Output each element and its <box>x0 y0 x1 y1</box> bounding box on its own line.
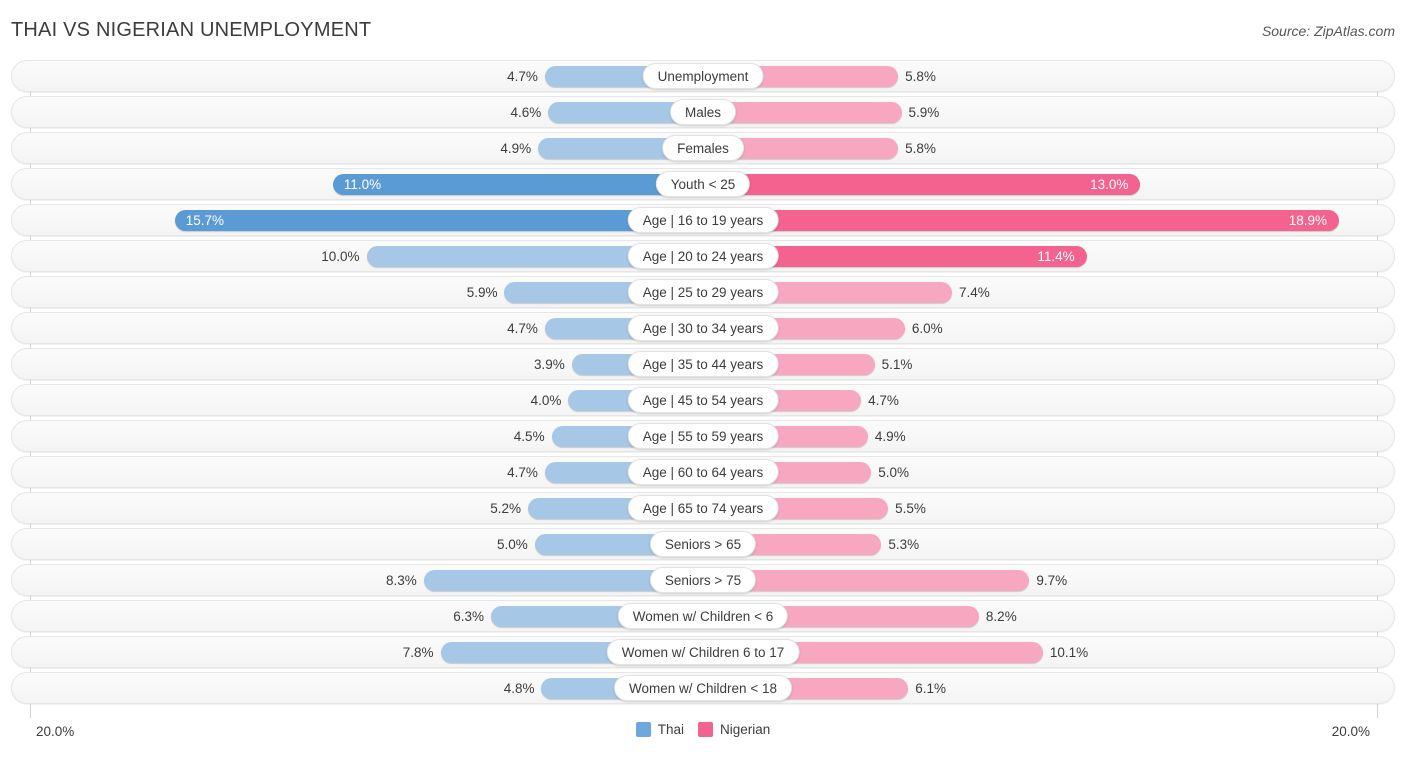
value-label-thai: 4.8% <box>503 681 535 696</box>
table-row[interactable]: 15.7% 18.9% Age | 16 to 19 years <box>0 204 1406 236</box>
legend-item[interactable]: Thai <box>635 722 684 737</box>
value-label-nigerian: 5.0% <box>878 465 910 480</box>
page-title: THAI VS NIGERIAN UNEMPLOYMENT <box>11 19 372 41</box>
table-row[interactable]: 5.2% 5.5% Age | 65 to 74 years <box>0 492 1406 524</box>
bar-nigerian[interactable] <box>703 174 1141 195</box>
value-label-nigerian: 18.9% <box>1288 213 1327 228</box>
table-row[interactable]: 6.3% 8.2% Women w/ Children < 6 <box>0 600 1406 632</box>
bar-nigerian[interactable] <box>703 210 1339 231</box>
table-row[interactable]: 4.7% 5.0% Age | 60 to 64 years <box>0 456 1406 488</box>
value-label-thai: 8.3% <box>385 573 417 588</box>
value-label-nigerian: 5.8% <box>905 69 936 84</box>
row-category-pill[interactable]: Age | 35 to 44 years <box>627 351 779 377</box>
row-category-pill[interactable]: Age | 25 to 29 years <box>627 279 779 305</box>
table-row[interactable]: 4.0% 4.7% Age | 45 to 54 years <box>0 384 1406 416</box>
chart-footer: 20.0% 20.0% Thai Nigerian <box>0 718 1406 757</box>
table-row[interactable]: 5.9% 7.4% Age | 25 to 29 years <box>0 276 1406 308</box>
row-category-pill[interactable]: Females <box>662 135 744 161</box>
row-category-pill[interactable]: Age | 16 to 19 years <box>627 207 779 233</box>
value-label-nigerian: 5.1% <box>881 357 913 372</box>
value-label-thai: 4.7% <box>507 321 538 336</box>
chart-page: THAI VS NIGERIAN UNEMPLOYMENT Source: Zi… <box>0 0 1406 757</box>
value-label-thai: 4.7% <box>507 69 538 84</box>
value-label-nigerian: 13.0% <box>1090 177 1129 192</box>
value-label-thai: 15.7% <box>185 213 224 228</box>
chart-legend: Thai Nigerian <box>0 722 1406 737</box>
diverging-bar-chart: 4.7% 5.8% Unemployment 4.6% 5.9% Males 4.9% 5.8… <box>0 60 1406 718</box>
table-row[interactable]: 4.9% 5.8% Females <box>0 132 1406 164</box>
row-category-pill[interactable]: Age | 60 to 64 years <box>627 459 779 485</box>
table-row[interactable]: 4.5% 4.9% Age | 55 to 59 years <box>0 420 1406 452</box>
row-category-pill[interactable]: Unemployment <box>642 63 764 89</box>
value-label-nigerian: 7.4% <box>959 285 990 300</box>
table-row[interactable]: 8.3% 9.7% Seniors > 75 <box>0 564 1406 596</box>
table-row[interactable]: 10.0% 11.4% Age | 20 to 24 years <box>0 240 1406 272</box>
row-category-pill[interactable]: Age | 55 to 59 years <box>627 423 779 449</box>
value-label-nigerian: 6.0% <box>911 321 943 336</box>
value-label-thai: 11.0% <box>343 177 382 192</box>
chart-rows: 4.7% 5.8% Unemployment 4.6% 5.9% Males 4.9% 5.8… <box>0 60 1406 708</box>
row-category-pill[interactable]: Women w/ Children 6 to 17 <box>606 639 800 665</box>
table-row[interactable]: 5.0% 5.3% Seniors > 65 <box>0 528 1406 560</box>
bar-thai[interactable] <box>174 210 703 231</box>
table-row[interactable]: 4.6% 5.9% Males <box>0 96 1406 128</box>
value-label-thai: 4.0% <box>530 393 562 408</box>
source-attribution: Source: ZipAtlas.com <box>1261 23 1395 39</box>
row-category-pill[interactable]: Age | 65 to 74 years <box>627 495 779 521</box>
row-category-pill[interactable]: Age | 45 to 54 years <box>627 387 779 413</box>
value-label-nigerian: 5.8% <box>905 141 936 156</box>
value-label-nigerian: 6.1% <box>915 681 947 696</box>
value-label-thai: 4.5% <box>513 429 545 444</box>
legend-label: Nigerian <box>719 722 771 737</box>
table-row[interactable]: 11.0% 13.0% Youth < 25 <box>0 168 1406 200</box>
table-row[interactable]: 3.9% 5.1% Age | 35 to 44 years <box>0 348 1406 380</box>
row-category-pill[interactable]: Seniors > 75 <box>649 567 757 593</box>
value-label-thai: 4.7% <box>507 465 538 480</box>
table-row[interactable]: 4.8% 6.1% Women w/ Children < 18 <box>0 672 1406 704</box>
value-label-nigerian: 11.4% <box>1037 249 1075 264</box>
value-label-thai: 10.0% <box>321 249 360 264</box>
value-label-nigerian: 5.9% <box>908 105 940 120</box>
row-category-pill[interactable]: Seniors > 65 <box>649 531 757 557</box>
bar-thai[interactable] <box>332 174 703 195</box>
row-category-pill[interactable]: Age | 20 to 24 years <box>627 243 779 269</box>
value-label-thai: 3.9% <box>533 357 565 372</box>
value-label-thai: 5.2% <box>490 501 522 516</box>
legend-label: Thai <box>657 722 684 737</box>
value-label-thai: 4.6% <box>510 105 542 120</box>
value-label-thai: 7.8% <box>402 645 434 660</box>
table-row[interactable]: 7.8% 10.1% Women w/ Children 6 to 17 <box>0 636 1406 668</box>
table-row[interactable]: 4.7% 6.0% Age | 30 to 34 years <box>0 312 1406 344</box>
row-category-pill[interactable]: Women w/ Children < 6 <box>617 603 789 629</box>
row-category-pill[interactable]: Women w/ Children < 18 <box>614 675 792 701</box>
value-label-nigerian: 5.3% <box>888 537 920 552</box>
value-label-nigerian: 5.5% <box>895 501 926 516</box>
value-label-nigerian: 9.7% <box>1036 573 1068 588</box>
value-label-nigerian: 4.9% <box>874 429 906 444</box>
row-category-pill[interactable]: Youth < 25 <box>655 171 751 197</box>
legend-swatch-icon <box>697 722 713 737</box>
row-category-pill[interactable]: Males <box>669 99 737 125</box>
value-label-thai: 5.9% <box>466 285 498 300</box>
value-label-nigerian: 4.7% <box>868 393 899 408</box>
value-label-nigerian: 10.1% <box>1049 645 1089 660</box>
row-category-pill[interactable]: Age | 30 to 34 years <box>627 315 779 341</box>
table-row[interactable]: 4.7% 5.8% Unemployment <box>0 60 1406 92</box>
value-label-thai: 4.9% <box>500 141 532 156</box>
legend-item[interactable]: Nigerian <box>697 722 771 737</box>
value-label-nigerian: 8.2% <box>985 609 1017 624</box>
value-label-thai: 6.3% <box>453 609 485 624</box>
value-label-thai: 5.0% <box>496 537 528 552</box>
legend-swatch-icon <box>635 722 651 737</box>
